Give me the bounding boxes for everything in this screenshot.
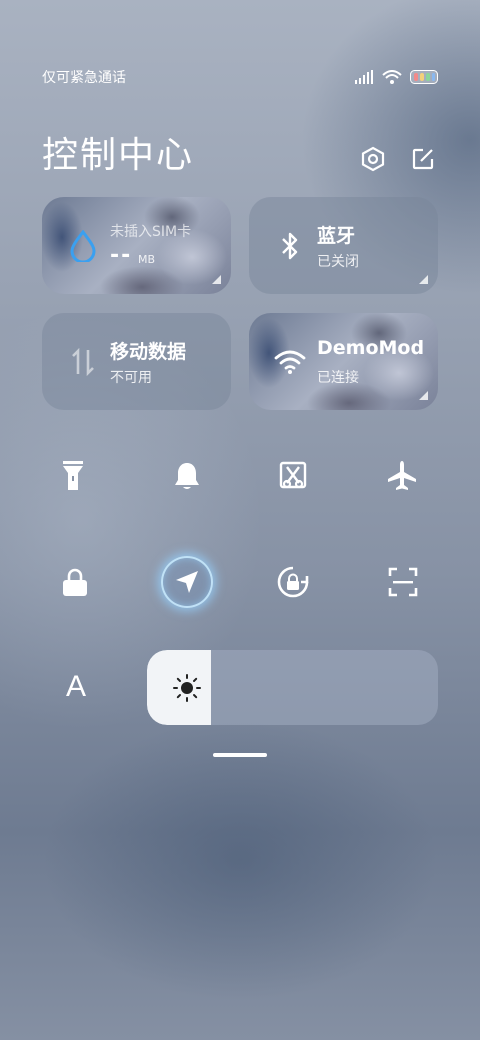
mobile-data-status: 不可用 (110, 370, 152, 386)
lock-icon (63, 568, 87, 596)
scan-toggle[interactable] (358, 552, 438, 612)
page-title: 控制中心 (42, 135, 195, 176)
wifi-network-name: DemoMod (317, 337, 425, 359)
airplane-icon (387, 461, 416, 490)
status-bar: 仅可紧急通话 (42, 66, 438, 88)
scan-icon (388, 567, 418, 597)
expand-corner-icon (419, 391, 428, 400)
sun-icon (173, 674, 201, 702)
wifi-icon (382, 70, 402, 84)
font-size-button[interactable]: A (66, 670, 98, 704)
sim-status: 未插入SIM卡 (110, 224, 192, 240)
bell-icon (175, 463, 200, 489)
data-usage-unit: MB (138, 253, 156, 266)
screenshot-icon (279, 461, 306, 489)
toggle-row-2 (42, 552, 438, 612)
bluetooth-label: 蓝牙 (317, 225, 356, 247)
lock-screen-toggle[interactable] (42, 552, 122, 612)
expand-corner-icon (212, 275, 221, 284)
water-drop-icon (66, 229, 100, 263)
airplane-toggle[interactable] (358, 446, 438, 506)
header-actions (358, 144, 438, 174)
edit-icon[interactable] (408, 144, 438, 174)
signal-icon (355, 70, 373, 84)
data-usage-tile[interactable]: 未插入SIM卡 -- MB (42, 197, 231, 294)
flashlight-toggle[interactable] (42, 446, 122, 506)
carrier-text: 仅可紧急通话 (42, 70, 126, 86)
status-icons (354, 70, 438, 84)
bluetooth-tile[interactable]: 蓝牙 已关闭 (249, 197, 438, 294)
bluetooth-icon (273, 229, 307, 263)
mute-toggle[interactable] (147, 446, 227, 506)
location-toggle[interactable] (147, 552, 227, 612)
brightness-slider[interactable] (147, 650, 438, 725)
mobile-data-label: 移动数据 (110, 341, 187, 363)
flashlight-icon (63, 461, 83, 490)
bluetooth-status: 已关闭 (317, 254, 359, 270)
data-arrows-icon (66, 345, 100, 379)
mobile-data-tile[interactable]: 移动数据 不可用 (42, 313, 231, 410)
rotation-lock-icon (277, 566, 308, 598)
location-active-ring (161, 556, 214, 608)
wifi-icon (273, 345, 307, 379)
toggle-row-1 (42, 446, 438, 506)
location-icon (176, 571, 199, 593)
battery-icon (410, 70, 438, 84)
settings-icon[interactable] (358, 144, 388, 174)
expand-corner-icon (419, 275, 428, 284)
wifi-status: 已连接 (317, 370, 359, 386)
data-usage-value: -- (110, 243, 133, 268)
rotation-lock-toggle[interactable] (253, 552, 333, 612)
wifi-tile[interactable]: DemoMod 已连接 (249, 313, 438, 410)
drag-handle[interactable] (213, 753, 267, 757)
screenshot-toggle[interactable] (253, 446, 333, 506)
